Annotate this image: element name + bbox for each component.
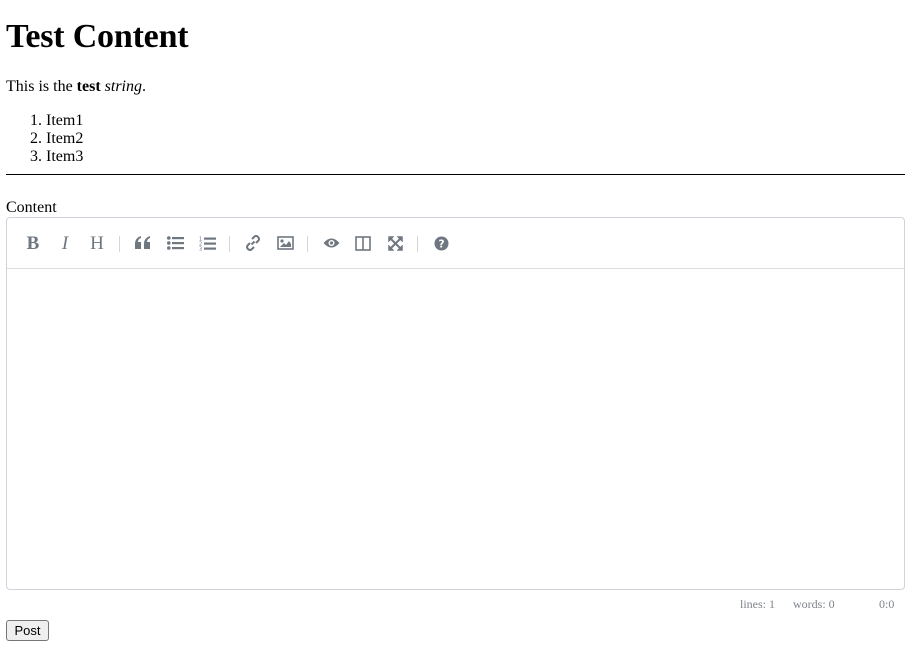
unordered-list-button[interactable] (163, 231, 187, 255)
svg-text:3: 3 (199, 246, 202, 251)
horizontal-rule (6, 174, 905, 175)
quote-icon (135, 236, 150, 249)
list-item: Item3 (46, 148, 83, 166)
list-item: Item1 (46, 112, 83, 130)
quote-button[interactable] (131, 231, 155, 255)
page-title: Test Content (6, 18, 189, 55)
list-item: Item2 (46, 130, 83, 148)
editor-toolbar: B I H 1 2 3 ? (7, 218, 904, 269)
columns-icon (355, 235, 371, 251)
markdown-editor: B I H 1 2 3 ? (6, 217, 905, 590)
link-button[interactable] (241, 231, 265, 255)
bold-button[interactable]: B (21, 231, 45, 255)
intro-prefix: This is the (6, 78, 77, 95)
heading-button[interactable]: H (85, 231, 109, 255)
toolbar-separator (119, 236, 120, 252)
image-icon (276, 236, 294, 250)
toolbar-separator (229, 236, 230, 252)
image-button[interactable] (273, 231, 297, 255)
svg-text:?: ? (438, 238, 444, 250)
content-label: Content (6, 199, 57, 216)
cursor-position: 0:0 (879, 597, 895, 611)
eye-icon (323, 238, 339, 248)
lines-count: lines: 1 (740, 597, 775, 611)
fullscreen-icon (387, 235, 403, 251)
bold-icon: B (26, 232, 40, 254)
intro-bold: test (76, 78, 101, 95)
guide-button[interactable]: ? (429, 231, 453, 255)
editor-textarea[interactable] (7, 269, 904, 589)
intro-paragraph: This is the test string. (6, 78, 146, 96)
words-count: words: 0 (793, 597, 835, 611)
toolbar-separator (417, 236, 418, 252)
post-button[interactable]: Post (6, 620, 49, 641)
link-icon (246, 235, 260, 251)
ordered-list-icon: 1 2 3 (199, 236, 216, 251)
ordered-list-button[interactable]: 1 2 3 (195, 231, 219, 255)
toolbar-separator (307, 236, 308, 252)
side-by-side-button[interactable] (351, 231, 375, 255)
heading-icon: H (90, 232, 104, 254)
ordered-list: Item1 Item2 Item3 (6, 112, 83, 166)
italic-button[interactable]: I (53, 231, 77, 255)
unordered-list-icon (166, 236, 184, 250)
intro-suffix: . (142, 78, 146, 95)
italic-icon: I (61, 232, 69, 254)
fullscreen-button[interactable] (383, 231, 407, 255)
intro-italic: string (104, 78, 142, 95)
question-icon: ? (434, 236, 448, 250)
preview-button[interactable] (319, 231, 343, 255)
